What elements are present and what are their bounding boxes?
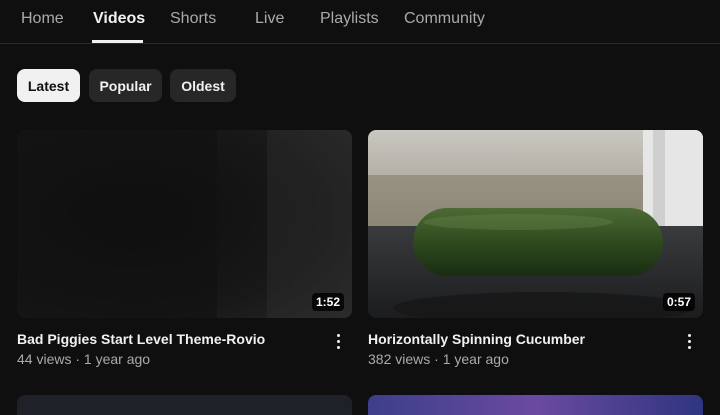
more-vert-icon[interactable] bbox=[682, 332, 696, 350]
channel-tabs: Home Videos Shorts Live Playlists Commun… bbox=[0, 0, 720, 44]
video-meta: 382 views · 1 year ago bbox=[368, 351, 509, 367]
active-tab-indicator bbox=[92, 40, 143, 43]
filter-chip-popular[interactable]: Popular bbox=[89, 69, 162, 102]
video-title[interactable]: Bad Piggies Start Level Theme-Rovio bbox=[17, 331, 265, 347]
video-duration: 1:52 bbox=[311, 293, 344, 311]
thumbnail-image bbox=[17, 130, 352, 318]
video-thumbnail[interactable]: 0:57 bbox=[368, 130, 703, 318]
video-thumbnail-partial[interactable] bbox=[368, 395, 703, 415]
tab-playlists[interactable]: Playlists bbox=[320, 10, 379, 28]
more-vert-icon[interactable] bbox=[331, 332, 345, 350]
video-meta: 44 views · 1 year ago bbox=[17, 351, 151, 367]
video-duration: 0:57 bbox=[662, 293, 695, 311]
tab-videos[interactable]: Videos bbox=[93, 10, 145, 28]
video-thumbnail-partial[interactable] bbox=[17, 395, 352, 415]
video-thumbnail[interactable]: 1:52 bbox=[17, 130, 352, 318]
tab-live[interactable]: Live bbox=[255, 10, 284, 28]
tab-community[interactable]: Community bbox=[404, 10, 485, 28]
video-title[interactable]: Horizontally Spinning Cucumber bbox=[368, 331, 585, 347]
filter-chip-oldest[interactable]: Oldest bbox=[170, 69, 236, 102]
thumbnail-image bbox=[368, 130, 703, 318]
filter-chip-latest[interactable]: Latest bbox=[17, 69, 80, 102]
tab-home[interactable]: Home bbox=[21, 10, 64, 28]
tab-shorts[interactable]: Shorts bbox=[170, 10, 216, 28]
